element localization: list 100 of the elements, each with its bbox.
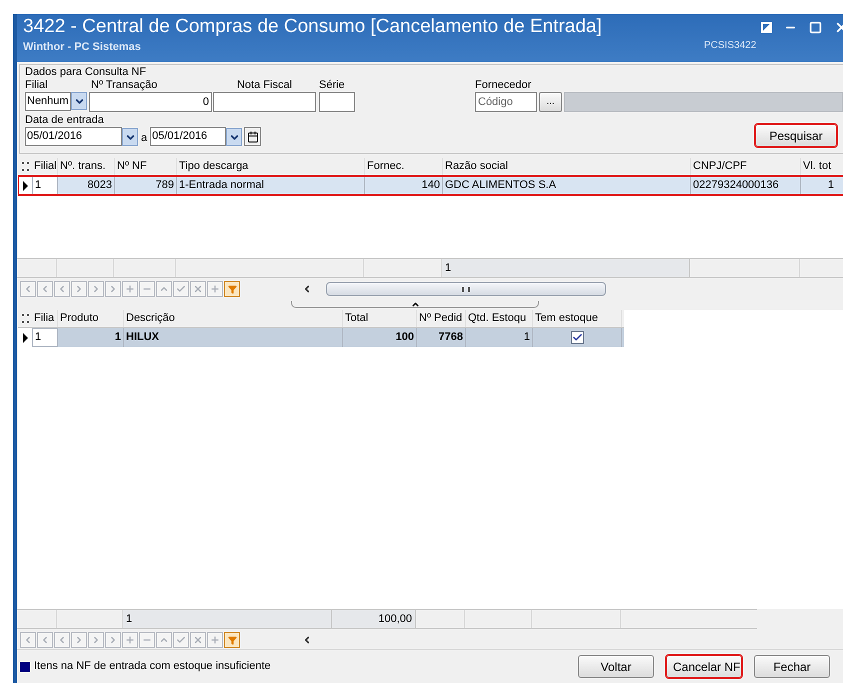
action-button[interactable]: Voltar <box>578 655 654 678</box>
navigator-button[interactable] <box>139 632 155 648</box>
splitter-handle[interactable] <box>291 301 539 308</box>
checkbox[interactable] <box>570 331 584 344</box>
navigator-button[interactable] <box>139 281 155 297</box>
column-header[interactable]: Qtd. Estoqu <box>466 310 533 327</box>
navigator-button[interactable] <box>105 281 121 297</box>
first-page-icon <box>23 284 33 294</box>
navigator-button[interactable] <box>54 632 70 648</box>
prev-icon <box>57 284 67 294</box>
nota-fiscal-field[interactable] <box>213 92 316 112</box>
filter-icon <box>228 284 236 294</box>
up-icon <box>159 284 169 294</box>
last-page-icon <box>108 284 118 294</box>
scroll-thumb[interactable] <box>326 282 606 296</box>
chevron-up-icon <box>410 300 420 308</box>
table-cell: 1 <box>801 176 843 195</box>
filter-button[interactable] <box>224 281 240 297</box>
column-header[interactable]: Filia <box>32 310 58 327</box>
plus-icon <box>125 284 135 294</box>
first-page-icon <box>23 635 33 645</box>
transacao-field[interactable]: 0 <box>89 92 212 112</box>
next-icon <box>74 635 84 645</box>
navigator-button[interactable] <box>20 632 36 648</box>
navigator-button[interactable] <box>105 632 121 648</box>
check-icon <box>572 332 582 343</box>
calendar-icon <box>246 130 259 142</box>
navigator-button[interactable] <box>156 281 172 297</box>
navigator-button[interactable] <box>71 281 87 297</box>
table-cell: 7768 <box>417 328 466 347</box>
legend-text: Itens na NF de entrada com estoque insuficiente <box>34 659 272 674</box>
close-icon <box>193 284 203 294</box>
next-icon <box>74 284 84 294</box>
table-cell: 1-Entrada normal <box>177 176 365 195</box>
table-row[interactable]: 1 8023 789 1-Entrada normal 140 GDC ALIMENTOS S.A 02279324000136 1 <box>18 176 843 195</box>
navigator-button[interactable] <box>173 632 189 648</box>
navigator-button[interactable] <box>37 632 53 648</box>
navigator-button[interactable] <box>54 281 70 297</box>
navigator-button[interactable] <box>88 281 104 297</box>
navigator-button[interactable] <box>207 281 223 297</box>
date-to-field[interactable]: 05/01/2016 <box>150 127 226 146</box>
field-label: Série <box>319 79 346 92</box>
table-cell: HILUX <box>124 328 343 347</box>
navigator-button[interactable] <box>156 632 172 648</box>
table-row[interactable]: 1 1 HILUX 100 7768 1 <box>18 328 624 347</box>
date-from-field[interactable]: 05/01/2016 <box>25 127 122 146</box>
table-cell: 1 <box>58 328 124 347</box>
lookup-button[interactable]: ... <box>539 92 562 112</box>
navigator-button[interactable] <box>20 281 36 297</box>
prev-page-icon <box>40 284 50 294</box>
column-header[interactable]: Nº Pedid <box>417 310 466 327</box>
check-icon <box>176 635 186 645</box>
fornecedor-code-field[interactable]: Código <box>475 92 537 112</box>
footer-summary: 1 <box>442 259 690 277</box>
column-header[interactable]: Tem estoque <box>533 310 622 327</box>
table-cell: 789 <box>115 176 177 195</box>
restore-icon[interactable] <box>761 22 772 33</box>
scroll-left-icon <box>302 284 312 294</box>
navigator-button[interactable] <box>190 632 206 648</box>
navigator-button[interactable] <box>37 281 53 297</box>
field-label: Data de entrada <box>25 114 105 127</box>
plus-icon <box>210 284 220 294</box>
prev-icon <box>57 635 67 645</box>
filial-select[interactable]: Nenhum <box>25 92 71 111</box>
column-header[interactable]: Total <box>343 310 417 327</box>
check-icon <box>176 284 186 294</box>
up-icon <box>159 635 169 645</box>
table-cell: GDC ALIMENTOS S.A <box>443 176 691 195</box>
calendar-button[interactable] <box>244 127 262 146</box>
window-subtitle: Winthor - PC Sistemas <box>23 40 142 54</box>
navigator-button[interactable] <box>207 632 223 648</box>
filter-button[interactable] <box>224 632 240 648</box>
navigator-button[interactable] <box>173 281 189 297</box>
navigator-button[interactable] <box>122 632 138 648</box>
maximize-icon[interactable] <box>809 21 822 34</box>
prev-page-icon <box>40 635 50 645</box>
last-page-icon <box>108 635 118 645</box>
table-cell: 8023 <box>58 176 115 195</box>
navigator-button[interactable] <box>88 632 104 648</box>
field-label: Fornecedor <box>475 79 532 92</box>
navigator-button[interactable] <box>122 281 138 297</box>
action-button[interactable]: Cancelar NF <box>666 655 742 678</box>
action-button[interactable]: Fechar <box>754 655 830 678</box>
table-cell: 140 <box>365 176 443 195</box>
close-icon <box>193 635 203 645</box>
group-label: Dados para Consulta NF <box>25 66 148 79</box>
column-header[interactable]: Descrição <box>124 310 343 327</box>
action-button[interactable]: Pesquisar <box>755 124 837 147</box>
footer-summary: 100,00 <box>332 610 416 628</box>
serie-field[interactable] <box>319 92 355 112</box>
plus-icon <box>125 635 135 645</box>
navigator-button[interactable] <box>71 632 87 648</box>
plus-icon <box>210 635 220 645</box>
scroll-left-icon <box>302 635 312 645</box>
program-code: PCSIS3422 <box>704 39 756 53</box>
navigator-button[interactable] <box>190 281 206 297</box>
field-label: Filial <box>25 79 49 92</box>
column-header[interactable]: Produto <box>58 310 124 327</box>
next-page-icon <box>91 635 101 645</box>
window-title: 3422 - Central de Compras de Consumo [Cancelamento de Entrada] <box>23 15 603 39</box>
